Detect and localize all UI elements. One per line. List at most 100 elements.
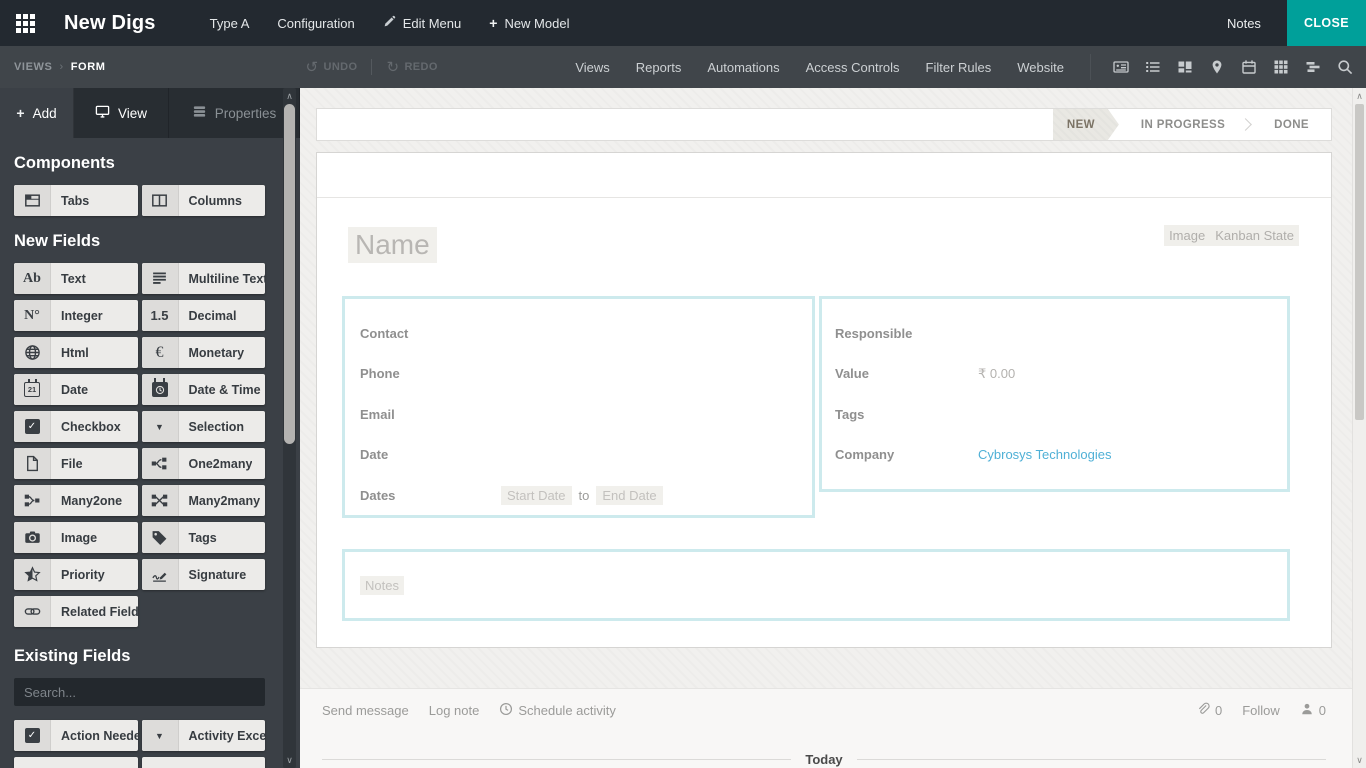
field-row-dates[interactable]: Dates Start Date to End Date xyxy=(345,475,812,516)
field-button-partial[interactable] xyxy=(14,757,138,768)
field-row-contact[interactable]: Contact xyxy=(345,313,812,354)
field-button-multiline-text[interactable]: Multiline Text xyxy=(141,263,265,294)
signature-icon xyxy=(141,559,179,590)
menu-configuration[interactable]: Configuration xyxy=(277,16,354,31)
field-button-html[interactable]: Html xyxy=(14,337,138,368)
app-title[interactable]: New Digs xyxy=(64,12,156,35)
field-button-selection[interactable]: ▼ Selection xyxy=(141,411,265,442)
new-model-button[interactable]: + New Model xyxy=(489,15,569,31)
text-field-icon: Ab xyxy=(14,263,51,294)
followers-button[interactable]: 0 xyxy=(1300,702,1326,719)
notes-link[interactable]: Notes xyxy=(1227,16,1261,31)
field-button-many2one[interactable]: Many2one xyxy=(14,485,138,516)
field-button-monetary[interactable]: € Monetary xyxy=(141,337,265,368)
scroll-down-icon[interactable]: ∨ xyxy=(1353,754,1366,766)
field-button-partial[interactable] xyxy=(141,757,265,768)
field-button-text[interactable]: Ab Text xyxy=(14,263,138,294)
menu-type-a[interactable]: Type A xyxy=(210,16,250,31)
field-button-checkbox[interactable]: ✓ Checkbox xyxy=(14,411,138,442)
sidebar-scrollbar[interactable]: ∧ ∨ xyxy=(283,88,296,768)
tag-icon xyxy=(141,522,179,553)
existing-fields-search-input[interactable] xyxy=(14,678,265,706)
follow-button[interactable]: Follow xyxy=(1242,703,1280,718)
redo-button[interactable]: ↻ REDO xyxy=(386,58,437,76)
field-button-tags[interactable]: Tags xyxy=(141,522,265,553)
status-stage-in-progress[interactable]: IN PROGRESS xyxy=(1119,109,1247,140)
field-button-priority[interactable]: Priority xyxy=(14,559,138,590)
form-view-icon[interactable] xyxy=(1113,59,1130,76)
notes-field-group[interactable]: Notes xyxy=(342,549,1290,621)
field-row-email[interactable]: Email xyxy=(345,394,812,435)
field-button-file[interactable]: File xyxy=(14,448,138,479)
field-row-responsible[interactable]: Responsible xyxy=(822,313,1287,354)
undo-button[interactable]: ↺ UNDO xyxy=(306,58,358,76)
pivot-view-icon[interactable] xyxy=(1273,59,1290,76)
gantt-view-icon[interactable] xyxy=(1305,59,1322,76)
scrollbar-thumb[interactable] xyxy=(1355,104,1364,420)
tab-automations[interactable]: Automations xyxy=(707,60,779,75)
field-button-date[interactable]: 21 Date xyxy=(14,374,138,405)
log-note-button[interactable]: Log note xyxy=(429,703,480,718)
star-half-icon xyxy=(14,559,51,590)
component-button-columns[interactable]: Columns xyxy=(141,185,265,216)
field-button-activity-exception[interactable]: ▼ Activity Exce... xyxy=(141,720,265,751)
notes-placeholder[interactable]: Notes xyxy=(360,576,404,595)
field-button-one2many[interactable]: One2many xyxy=(141,448,265,479)
field-row-value[interactable]: Value ₹ 0.00 xyxy=(822,354,1287,395)
pencil-icon xyxy=(383,15,396,31)
page-scrollbar[interactable]: ∧ ∨ xyxy=(1352,88,1366,768)
sidebar-tab-properties[interactable]: Properties xyxy=(169,88,300,138)
redo-icon: ↻ xyxy=(386,59,400,76)
breadcrumb-views[interactable]: VIEWS xyxy=(14,61,52,73)
kanban-state-placeholder[interactable]: Kanban State xyxy=(1210,225,1299,246)
end-date-placeholder[interactable]: End Date xyxy=(596,485,663,505)
field-row-tags[interactable]: Tags xyxy=(822,394,1287,435)
field-button-action-needed[interactable]: ✓ Action Needed xyxy=(14,720,138,751)
scroll-up-icon[interactable]: ∧ xyxy=(283,90,296,102)
sidebar-tab-add[interactable]: + Add xyxy=(0,88,74,138)
attachments-button[interactable]: 0 xyxy=(1196,702,1222,719)
calendar-view-icon[interactable] xyxy=(1241,59,1258,76)
field-button-signature[interactable]: Signature xyxy=(141,559,265,590)
company-link[interactable]: Cybrosys Technologies xyxy=(978,447,1111,462)
field-button-integer[interactable]: N° Integer xyxy=(14,300,138,331)
studio-sidebar: + Add View Properties Components Tabs Co… xyxy=(0,88,300,768)
name-field-placeholder[interactable]: Name xyxy=(348,227,437,263)
tab-views[interactable]: Views xyxy=(575,60,609,75)
map-view-icon[interactable] xyxy=(1209,59,1226,76)
kanban-view-icon[interactable] xyxy=(1177,59,1194,76)
status-stage-new[interactable]: NEW xyxy=(1053,109,1119,140)
field-button-image[interactable]: Image xyxy=(14,522,138,553)
tab-access-controls[interactable]: Access Controls xyxy=(806,60,900,75)
edit-menu-button[interactable]: Edit Menu xyxy=(383,15,461,31)
list-view-icon[interactable] xyxy=(1145,59,1162,76)
scrollbar-thumb[interactable] xyxy=(284,104,295,444)
field-button-datetime[interactable]: Date & Time xyxy=(141,374,265,405)
close-studio-button[interactable]: CLOSE xyxy=(1286,0,1366,46)
odoo-studio-window: New Digs Type A Configuration Edit Menu … xyxy=(0,0,1366,768)
search-icon[interactable] xyxy=(1337,59,1354,76)
field-row-company[interactable]: Company Cybrosys Technologies xyxy=(822,435,1287,476)
apps-grid-icon[interactable] xyxy=(0,0,50,46)
field-row-phone[interactable]: Phone xyxy=(345,354,812,395)
scroll-down-icon[interactable]: ∨ xyxy=(283,754,296,766)
start-date-placeholder[interactable]: Start Date xyxy=(501,485,572,505)
field-button-many2many[interactable]: Many2many xyxy=(141,485,265,516)
status-stage-done[interactable]: DONE xyxy=(1252,109,1331,140)
sidebar-tab-view[interactable]: View xyxy=(74,88,169,138)
form-editor-canvas: NEW IN PROGRESS DONE Name Image Kanban St… xyxy=(300,88,1352,768)
top-navbar: New Digs Type A Configuration Edit Menu … xyxy=(0,0,1366,46)
send-message-button[interactable]: Send message xyxy=(322,703,409,718)
plus-icon: + xyxy=(16,105,25,121)
image-field-placeholder[interactable]: Image xyxy=(1164,225,1211,246)
schedule-activity-button[interactable]: Schedule activity xyxy=(499,702,616,719)
scroll-up-icon[interactable]: ∧ xyxy=(1353,90,1366,102)
field-button-related-field[interactable]: Related Field xyxy=(14,596,138,627)
tab-website[interactable]: Website xyxy=(1017,60,1064,75)
field-button-decimal[interactable]: 1.5 Decimal xyxy=(141,300,265,331)
field-row-date[interactable]: Date xyxy=(345,435,812,476)
globe-icon xyxy=(14,337,51,368)
tab-filter-rules[interactable]: Filter Rules xyxy=(926,60,992,75)
tab-reports[interactable]: Reports xyxy=(636,60,682,75)
component-button-tabs[interactable]: Tabs xyxy=(14,185,138,216)
